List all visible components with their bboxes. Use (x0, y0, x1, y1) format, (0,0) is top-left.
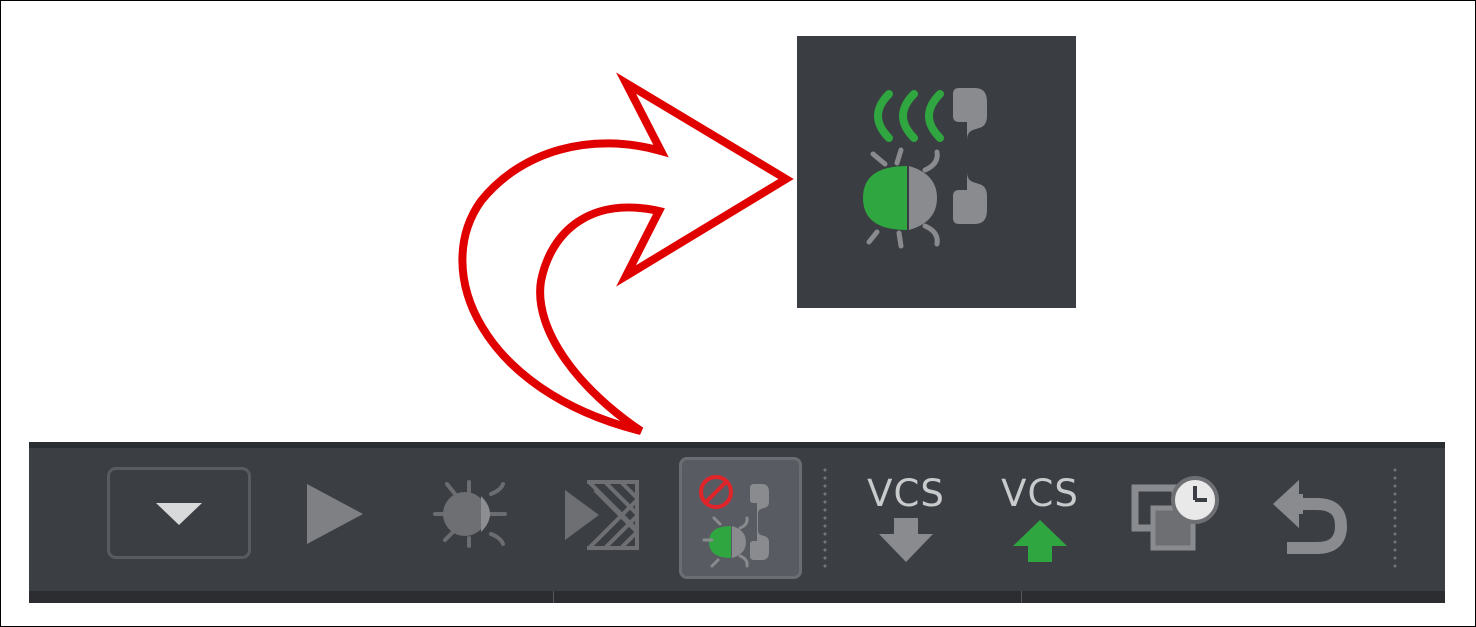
run-icon[interactable] (299, 478, 369, 550)
bottom-divider (553, 591, 554, 603)
vcs-update-label: VCS (867, 472, 945, 515)
toolbar-bottom-strip (29, 591, 1445, 603)
attach-debugger-icon (699, 475, 769, 568)
arrow-down-icon (879, 518, 933, 562)
attach-debugger-button[interactable] (679, 457, 802, 579)
ide-toolbar: VCS VCS (29, 442, 1445, 603)
bottom-divider (1021, 591, 1022, 603)
vcs-commit-button[interactable]: VCS (995, 474, 1085, 566)
attach-debugger-zoomed-icon (797, 36, 1076, 308)
run-with-coverage-icon[interactable] (559, 478, 643, 552)
history-icon[interactable] (1129, 474, 1225, 558)
revert-icon[interactable] (1269, 478, 1353, 558)
vcs-commit-label: VCS (1001, 472, 1079, 515)
chevron-down-icon (156, 503, 202, 525)
toolbar-separator (823, 466, 827, 568)
red-curved-arrow (458, 72, 794, 435)
run-configuration-dropdown[interactable] (107, 467, 251, 559)
toolbar-separator (1393, 466, 1397, 568)
attach-debugger-large-icon (863, 88, 987, 249)
arrow-up-icon (1013, 520, 1067, 562)
figure-frame: VCS VCS (0, 0, 1476, 627)
vcs-update-button[interactable]: VCS (861, 474, 951, 566)
debug-icon[interactable] (425, 476, 515, 552)
